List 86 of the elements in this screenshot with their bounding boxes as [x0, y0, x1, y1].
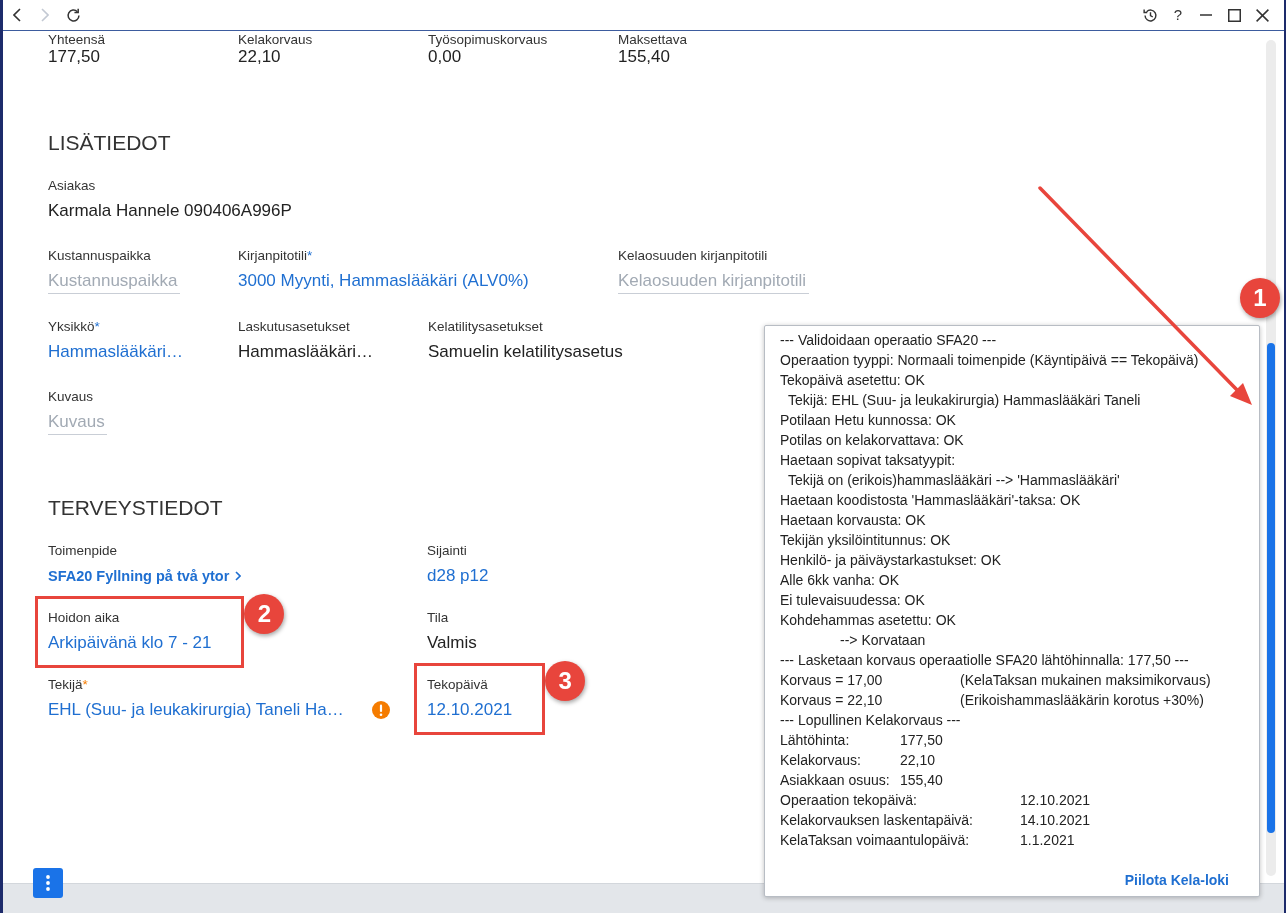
procedure-link[interactable]: SFA20 Fyllning på två ytor: [48, 564, 242, 588]
input-field[interactable]: Kelaosuuden kirjanpitotili: [618, 269, 809, 294]
field-label: Toimenpide: [48, 542, 118, 560]
log-label: Kelakorvaus:: [780, 751, 861, 770]
log-label: Asiakkaan osuus:: [780, 771, 890, 790]
field-value: 177,50: [48, 47, 100, 67]
log-line: Haetaan sopivat taksatyypit:: [780, 451, 956, 470]
field-label: Sijainti: [427, 542, 467, 560]
chevron-left-icon[interactable]: [13, 8, 21, 22]
log-line: Tekopäivä asetettu: OK: [780, 371, 925, 390]
field-label: Kuvaus: [48, 388, 94, 406]
log-line: Haetaan koodistosta 'Hammaslääkäri'-taksa: OK: [780, 491, 1081, 510]
log-label: Kelakorvauksen laskentapäivä:: [780, 811, 973, 830]
field-value: Hammaslääkäri…: [238, 341, 374, 363]
log-value: 177,50: [900, 731, 943, 750]
field-value: Valmis: [427, 632, 477, 654]
circular-arrow-icon[interactable]: [65, 7, 81, 23]
more-button[interactable]: [33, 868, 63, 898]
value-link[interactable]: d28 p12: [427, 564, 489, 588]
field-label: Tekopäivä: [427, 676, 488, 694]
maximize-icon[interactable]: [1227, 8, 1241, 22]
log-line: Kohdehammas asetettu: OK: [780, 611, 956, 630]
log-label: Korvaus = 22,10: [780, 691, 883, 710]
field-label: Hoidon aika: [48, 609, 120, 627]
value-link[interactable]: 12.10.2021: [427, 698, 513, 722]
field-label: Kustannuspaikka: [48, 247, 151, 265]
field-value: Samuelin kelatilitysasetus: [428, 341, 623, 363]
log-line: Potilas on kelakorvattava: OK: [780, 431, 964, 450]
log-line: --- Lasketaan korvaus operaatiolle SFA20 lähtöhinnalla: 177,50 ---: [780, 651, 1189, 670]
log-label: KelaTaksan voimaantulopäivä:: [780, 831, 970, 850]
input-field[interactable]: Kustannuspaikka: [48, 269, 180, 294]
vertical-dots-icon: [46, 875, 50, 891]
log-value: 155,40: [900, 771, 943, 790]
scrollbar-thumb[interactable]: [1267, 343, 1275, 833]
log-label: Lähtöhinta:: [780, 731, 850, 750]
log-line: Operaation tyyppi: Normaali toimenpide (Käyntipäivä == Tekopäivä): [780, 351, 1199, 370]
field-label: Kirjanpitotili*: [238, 247, 313, 265]
field-label: Kelaosuuden kirjanpitotili: [618, 247, 768, 265]
log-label: Korvaus = 17,00: [780, 671, 883, 690]
callout-number: 2: [244, 594, 285, 634]
field-label: Maksettava: [618, 32, 688, 47]
field-label: Tekijä*: [48, 676, 88, 694]
value-link[interactable]: EHL (Suu- ja leukakirurgia) Taneli Ha…: [48, 698, 344, 722]
section-heading: TERVEYSTIEDOT: [48, 496, 223, 520]
log-value: 1.1.2021: [1020, 831, 1075, 850]
log-line: Potilaan Hetu kunnossa: OK: [780, 411, 956, 430]
field-value: 22,10: [238, 47, 281, 67]
field-value: 0,00: [428, 47, 462, 67]
log-value: 12.10.2021: [1020, 791, 1091, 810]
field-value: Karmala Hannele 090406A996P: [48, 200, 292, 222]
clock-arrow-icon[interactable]: [1142, 7, 1158, 23]
hide-log-link[interactable]: Piilota Kela-loki: [1124, 870, 1229, 890]
log-value: (Erikoishammaslääkärin korotus +30%): [960, 691, 1204, 710]
callout-number: 1: [1240, 278, 1280, 318]
log-line: --> Korvataan: [840, 631, 926, 650]
field-label: Laskutusasetukset: [238, 318, 350, 336]
log-line: --- Lopullinen Kelakorvaus ---: [780, 711, 961, 730]
log-line: Alle 6kk vanha: OK: [780, 571, 900, 590]
field-label: Tila: [427, 609, 449, 627]
help-button[interactable]: ?: [1173, 6, 1183, 24]
field-label: Yksikkö*: [48, 318, 100, 336]
log-value: (KelaTaksan mukainen maksimikorvaus): [960, 671, 1211, 690]
field-value: 155,40: [618, 47, 670, 67]
input-field[interactable]: Kuvaus: [48, 410, 107, 435]
log-line: Ei tulevaisuudessa: OK: [780, 591, 925, 610]
callout-number: 3: [545, 661, 586, 701]
field-label: Yhteensä: [48, 32, 106, 47]
log-line: Tekijä: EHL (Suu- ja leukakirurgia) Hammaslääkäri Taneli: [788, 391, 1141, 410]
log-line: Tekijän yksilöintitunnus: OK: [780, 531, 951, 550]
close-icon[interactable]: [1255, 8, 1269, 22]
log-value: 22,10: [900, 751, 936, 770]
log-line: Haetaan korvausta: OK: [780, 511, 926, 530]
log-value: 14.10.2021: [1020, 811, 1091, 830]
field-label: Kelatilitysasetukset: [428, 318, 543, 336]
value-link[interactable]: Arkipäivänä klo 7 - 21: [48, 631, 212, 655]
log-label: Operaation tekopäivä:: [780, 791, 917, 810]
log-line: Henkilö- ja päiväystarkastukset: OK: [780, 551, 1001, 570]
field-label: Kelakorvaus: [238, 32, 313, 47]
field-label: Asiakas: [48, 177, 96, 195]
log-line: --- Validoidaan operaatio SFA20 ---: [780, 331, 997, 350]
field-label: Työsopimuskorvaus: [428, 32, 548, 47]
log-line: Tekijä on (erikois)hammaslääkäri --> 'Hammaslääkäri': [788, 471, 1120, 490]
section-heading: LISÄTIEDOT: [48, 131, 171, 155]
value-link[interactable]: 3000 Myynti, Hammaslääkäri (ALV0%): [238, 269, 529, 293]
chevron-right-icon: [235, 571, 242, 581]
value-link[interactable]: Hammaslääkäri…: [48, 340, 184, 364]
